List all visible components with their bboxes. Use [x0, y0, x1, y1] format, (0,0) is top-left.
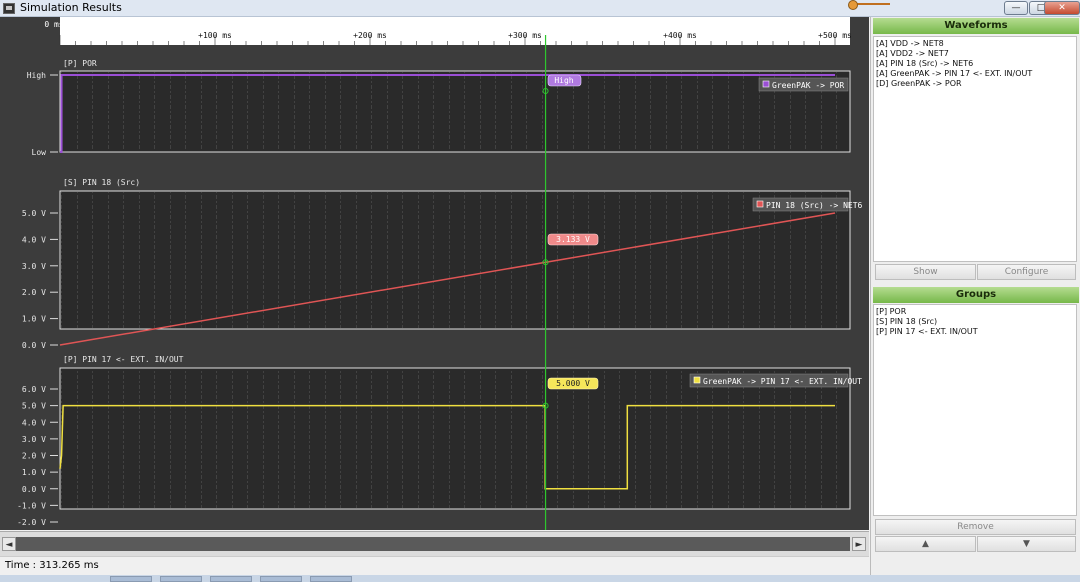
waveform-item[interactable]: [A] VDD2 -> NET7 — [876, 49, 1074, 59]
pin17-ytick-label: 4.0 V — [22, 418, 46, 427]
pin18-legend-swatch — [756, 200, 764, 208]
waveform-item[interactable]: [A] VDD -> NET8 — [876, 39, 1074, 49]
pin17-yticks: 6.0 V 5.0 V 4.0 V 3.0 V 2.0 V 1.0 V 0.0 V -1.0 … — [17, 385, 58, 527]
time-label-200: +200 ms — [353, 31, 387, 40]
time-label-300: +300 ms — [508, 31, 542, 40]
window-title: Simulation Results — [20, 1, 122, 14]
app-icon — [3, 3, 15, 14]
taskbar-item[interactable] — [110, 576, 152, 582]
opacity-slider-knob[interactable] — [848, 0, 858, 10]
group-item[interactable]: [P] POR — [876, 307, 1074, 317]
status-bar: Time : 313.265 ms — [0, 556, 869, 575]
group-item[interactable]: [P] PIN 17 <- EXT. IN/OUT — [876, 327, 1074, 337]
pin17-grid — [61, 369, 849, 508]
por-ytick-high: High — [27, 71, 46, 80]
pin17-ytick-label: -2.0 V — [17, 518, 46, 527]
scroll-thumb[interactable] — [16, 537, 850, 551]
time-label-100: +100 ms — [198, 31, 232, 40]
time-label-400: +400 ms — [663, 31, 697, 40]
pin18-legend-label: PIN 18 (Src) -> NET6 — [766, 201, 863, 210]
show-button[interactable]: Show — [875, 264, 976, 280]
por-grid — [61, 72, 849, 151]
pin17-legend[interactable]: GreenPAK -> PIN 17 <- EXT. IN/OUT — [689, 373, 862, 388]
waveform-item[interactable]: [A] GreenPAK -> PIN 17 <- EXT. IN/OUT — [876, 69, 1074, 79]
remove-button[interactable]: Remove — [875, 519, 1076, 535]
scroll-left-button[interactable]: ◄ — [2, 537, 16, 551]
pin17-ytick-label: 5.0 V — [22, 402, 46, 411]
pin18-grid — [61, 192, 849, 328]
taskbar-item[interactable] — [160, 576, 202, 582]
pin17-ytick-label: -1.0 V — [17, 501, 46, 510]
time-label-500: +500 ms — [818, 31, 852, 40]
pin17-ytick-label: 3.0 V — [22, 435, 46, 444]
pin18-ytick-label: 3.0 V — [22, 262, 46, 271]
scroll-right-button[interactable]: ► — [852, 537, 866, 551]
por-legend-label: GreenPAK -> POR — [772, 81, 844, 90]
time-status: Time : 313.265 ms — [5, 560, 99, 571]
minimize-button[interactable]: — — [1004, 1, 1028, 15]
groups-list[interactable]: [P] POR [S] PIN 18 (Src) [P] PIN 17 <- E… — [873, 304, 1077, 516]
pin18-ytick-label: 0.0 V — [22, 341, 46, 350]
pin17-panel-title: [P] PIN 17 <- EXT. IN/OUT — [63, 355, 184, 364]
taskbar-item[interactable] — [310, 576, 352, 582]
pin17-ytick-label: 6.0 V — [22, 385, 46, 394]
close-button[interactable]: ✕ — [1044, 1, 1080, 15]
waveforms-list[interactable]: [A] VDD -> NET8 [A] VDD2 -> NET7 [A] PIN… — [873, 36, 1077, 262]
waveform-item[interactable]: [A] PIN 18 (Src) -> NET6 — [876, 59, 1074, 69]
pin18-yticks: 5.0 V 4.0 V 3.0 V 2.0 V 1.0 V 0.0 V — [22, 209, 58, 350]
por-readout: High — [547, 74, 582, 87]
time-ruler[interactable] — [60, 17, 850, 45]
pin18-readout: 3.133 V — [547, 233, 599, 246]
groups-header: Groups — [873, 287, 1079, 303]
title-bar: Simulation Results — [0, 0, 1080, 17]
pin18-ytick-label: 2.0 V — [22, 288, 46, 297]
time-label-0: 0 ms — [44, 20, 63, 29]
waveforms-header: Waveforms — [873, 18, 1079, 34]
move-up-button[interactable]: ▲ — [875, 536, 976, 552]
waveform-plots[interactable]: 0 ms +100 ms +200 ms +300 ms +400 ms +50… — [0, 17, 869, 530]
pin17-ytick-label: 2.0 V — [22, 452, 46, 461]
pin17-readout: 5.000 V — [547, 377, 599, 390]
group-item[interactable]: [S] PIN 18 (Src) — [876, 317, 1074, 327]
pin17-readout-value: 5.000 V — [556, 379, 590, 388]
pin18-legend[interactable]: PIN 18 (Src) -> NET6 — [752, 197, 863, 212]
por-readout-value: High — [554, 76, 573, 85]
por-legend-swatch — [762, 80, 770, 88]
right-panel: Waveforms [A] VDD -> NET8 [A] VDD2 -> NE… — [870, 17, 1080, 575]
pin17-ytick-label: 0.0 V — [22, 485, 46, 494]
pin18-panel-title: [S] PIN 18 (Src) — [63, 178, 140, 187]
taskbar-item[interactable] — [260, 576, 302, 582]
configure-button[interactable]: Configure — [977, 264, 1076, 280]
pin18-readout-value: 3.133 V — [556, 235, 590, 244]
por-ytick-low: Low — [32, 148, 47, 157]
pin17-ytick-label: 1.0 V — [22, 468, 46, 477]
pin18-ytick-label: 4.0 V — [22, 235, 46, 244]
pin18-ytick-label: 1.0 V — [22, 315, 46, 324]
por-panel-title: [P] POR — [63, 59, 97, 68]
pin18-ytick-label: 5.0 V — [22, 209, 46, 218]
waveform-item[interactable]: [D] GreenPAK -> POR — [876, 79, 1074, 89]
por-legend[interactable]: GreenPAK -> POR — [758, 77, 849, 92]
move-down-button[interactable]: ▼ — [977, 536, 1076, 552]
horizontal-scrollbar[interactable]: ◄ ► — [0, 531, 869, 556]
plot-area[interactable]: 0 ms +100 ms +200 ms +300 ms +400 ms +50… — [0, 17, 869, 530]
taskbar-item[interactable] — [210, 576, 252, 582]
pin17-legend-label: GreenPAK -> PIN 17 <- EXT. IN/OUT — [703, 377, 862, 386]
pin17-legend-swatch — [693, 376, 701, 384]
